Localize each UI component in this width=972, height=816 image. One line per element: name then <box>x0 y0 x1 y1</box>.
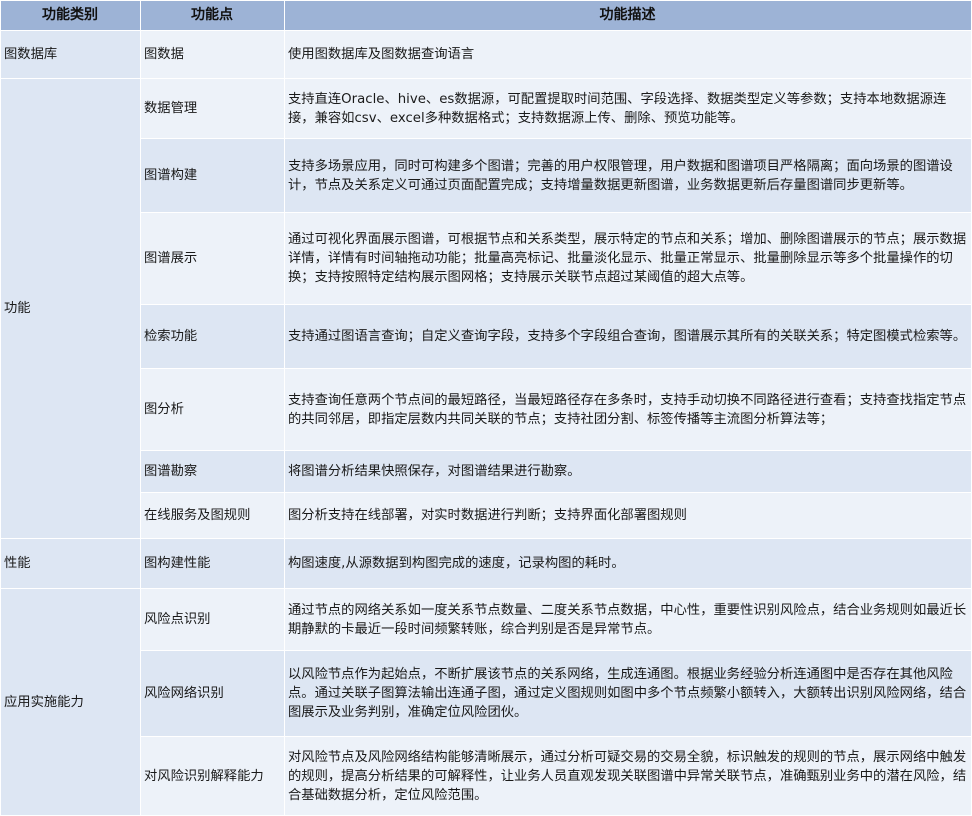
feature-table: 功能类别 功能点 功能描述 图数据库 图数据 使用图数据库及图数据查询语言 功能… <box>0 0 972 816</box>
description-cell: 使用图数据库及图数据查询语言 <box>284 30 972 79</box>
description-cell: 支持多场景应用，同时可构建多个图谱；完善的用户权限管理，用户数据和图谱项目严格隔… <box>284 138 972 213</box>
description-cell: 支持通过图语言查询；自定义查询字段，支持多个字段组合查询，图谱展示其所有的关联关… <box>284 304 972 369</box>
description-cell: 支持直连Oracle、hive、es数据源，可配置提取时间范围、字段选择、数据类… <box>284 78 972 139</box>
header-feature: 功能点 <box>140 0 285 31</box>
table-row: 应用实施能力 风险点识别 通过节点的网络关系如一度关系节点数量、二度关系节点数据… <box>0 588 972 816</box>
category-cell: 功能 <box>0 78 141 539</box>
table-row: 在线服务及图规则 图分析支持在线部署，对实时数据进行判断；支持界面化部署图规则 <box>1 492 972 539</box>
table-row: 图谱勘察 将图谱分析结果快照保存，对图谱结果进行勘察。 <box>1 450 972 493</box>
table-row: 性能 图构建性能 构图速度,从源数据到构图完成的速度，记录构图的耗时。 <box>0 538 972 589</box>
feature-cell: 图谱勘察 <box>140 450 285 493</box>
header-category: 功能类别 <box>0 0 141 31</box>
feature-cell: 检索功能 <box>140 304 285 369</box>
table-row: 风险网络识别 以风险节点作为起始点，不断扩展该节点的关系网络，生成连通图。根据业… <box>1 650 972 737</box>
feature-cell: 风险网络识别 <box>140 650 285 737</box>
description-cell: 图分析支持在线部署，对实时数据进行判断；支持界面化部署图规则 <box>284 492 972 539</box>
table-row: 图谱展示 通过可视化界面展示图谱，可根据节点和关系类型，展示特定的节点和关系；增… <box>1 212 972 305</box>
description-cell: 对风险节点及风险网络结构能够清晰展示，通过分析可疑交易的交易全貌，标识触发的规则… <box>284 736 972 816</box>
table-row: 功能 数据管理 支持直连Oracle、hive、es数据源，可配置提取时间范围、… <box>0 78 972 539</box>
category-cell: 应用实施能力 <box>0 588 141 816</box>
feature-cell: 图谱展示 <box>140 212 285 305</box>
table-row: 图数据库 图数据 使用图数据库及图数据查询语言 <box>0 30 972 79</box>
feature-cell: 在线服务及图规则 <box>140 492 285 539</box>
feature-cell: 对风险识别解释能力 <box>140 736 285 816</box>
description-cell: 通过节点的网络关系如一度关系节点数量、二度关系节点数据，中心性，重要性识别风险点… <box>284 588 972 651</box>
table-row: 对风险识别解释能力 对风险节点及风险网络结构能够清晰展示，通过分析可疑交易的交易… <box>1 736 972 816</box>
category-cell: 图数据库 <box>0 30 141 79</box>
header-description: 功能描述 <box>284 0 972 31</box>
table-row: 检索功能 支持通过图语言查询；自定义查询字段，支持多个字段组合查询，图谱展示其所… <box>1 304 972 369</box>
category-cell: 性能 <box>0 538 141 589</box>
table-header-row: 功能类别 功能点 功能描述 <box>0 0 972 31</box>
feature-cell: 图数据 <box>140 30 285 79</box>
table-row: 图谱构建 支持多场景应用，同时可构建多个图谱；完善的用户权限管理，用户数据和图谱… <box>1 138 972 213</box>
feature-cell: 数据管理 <box>140 78 285 139</box>
description-cell: 构图速度,从源数据到构图完成的速度，记录构图的耗时。 <box>284 538 972 589</box>
feature-cell: 图构建性能 <box>140 538 285 589</box>
description-cell: 以风险节点作为起始点，不断扩展该节点的关系网络，生成连通图。根据业务经验分析连通… <box>284 650 972 737</box>
description-cell: 支持查询任意两个节点间的最短路径，当最短路径存在多条时，支持手动切换不同路径进行… <box>284 368 972 451</box>
feature-cell: 图分析 <box>140 368 285 451</box>
description-cell: 通过可视化界面展示图谱，可根据节点和关系类型，展示特定的节点和关系；增加、删除图… <box>284 212 972 305</box>
table-row: 图分析 支持查询任意两个节点间的最短路径，当最短路径存在多条时，支持手动切换不同… <box>1 368 972 451</box>
feature-cell: 风险点识别 <box>140 588 285 651</box>
description-cell: 将图谱分析结果快照保存，对图谱结果进行勘察。 <box>284 450 972 493</box>
feature-cell: 图谱构建 <box>140 138 285 213</box>
